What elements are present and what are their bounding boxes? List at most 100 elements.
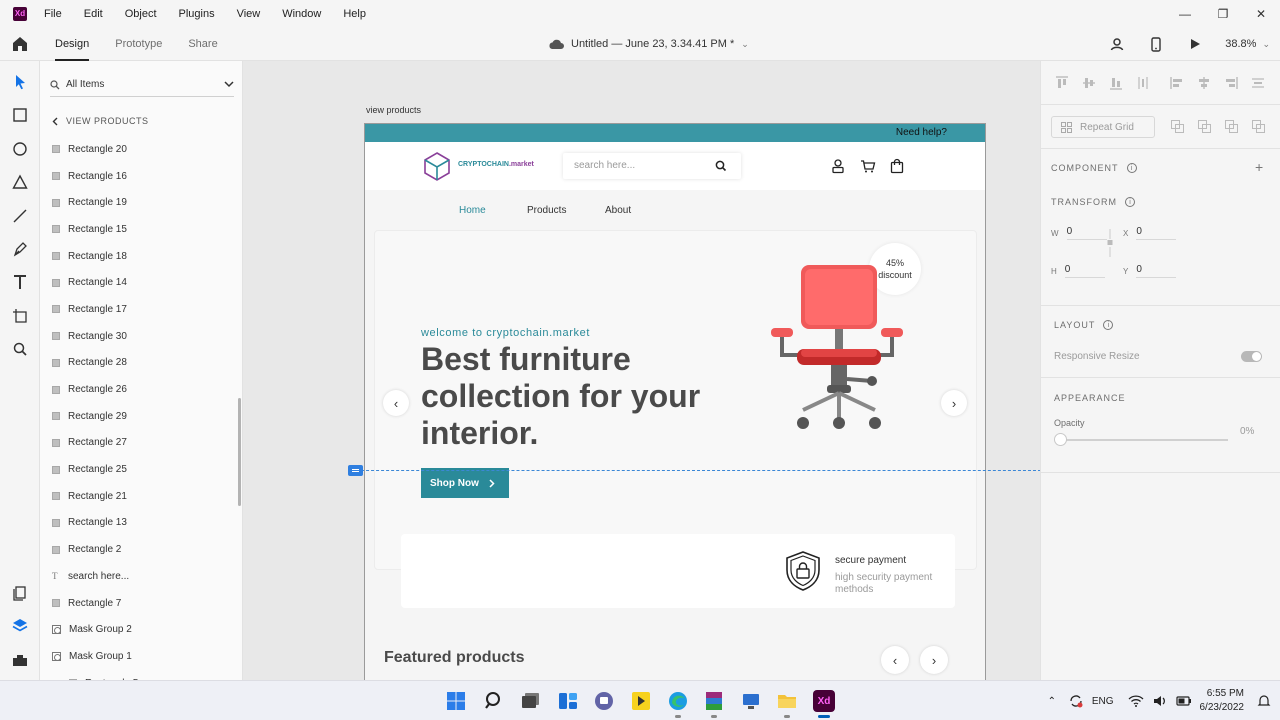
rectangle-tool-icon[interactable] bbox=[11, 106, 29, 124]
invite-user-icon[interactable] bbox=[1108, 35, 1126, 53]
layer-back-button[interactable]: VIEW PRODUCTS bbox=[52, 116, 149, 126]
menu-window[interactable]: Window bbox=[282, 8, 321, 20]
search-icon[interactable] bbox=[483, 690, 505, 712]
battery-icon[interactable] bbox=[1175, 693, 1192, 709]
chevron-up-icon[interactable]: ⌃ bbox=[1044, 693, 1060, 709]
close-button[interactable]: ✕ bbox=[1242, 0, 1280, 27]
clock[interactable]: 6:55 PM 6/23/2022 bbox=[1200, 687, 1245, 715]
cart-icon[interactable] bbox=[860, 158, 876, 174]
boolean-subtract-icon[interactable] bbox=[1198, 120, 1211, 133]
winrar-icon[interactable] bbox=[703, 690, 725, 712]
chevron-down-icon[interactable] bbox=[224, 81, 234, 88]
layer-item[interactable]: Rectangle 20 bbox=[52, 136, 232, 163]
y-field[interactable]: Y 0 bbox=[1123, 264, 1177, 278]
distribute-vertical-icon[interactable] bbox=[1136, 76, 1150, 90]
artboard[interactable]: Need help? CRYPTOCHAIN.market search her… bbox=[364, 123, 986, 680]
layer-item[interactable]: Rectangle 16 bbox=[52, 163, 232, 190]
teams-chat-icon[interactable] bbox=[593, 690, 615, 712]
layer-item[interactable]: Rectangle 2 bbox=[52, 536, 232, 563]
layer-item[interactable]: Rectangle 30 bbox=[52, 323, 232, 350]
wifi-icon[interactable] bbox=[1128, 693, 1144, 709]
user-icon[interactable] bbox=[830, 158, 846, 174]
layer-item[interactable]: Rectangle 18 bbox=[52, 243, 232, 270]
layer-item[interactable]: Rectangle 17 bbox=[52, 296, 232, 323]
align-left-icon[interactable] bbox=[1170, 76, 1184, 90]
play-icon[interactable] bbox=[1186, 35, 1204, 53]
language-indicator[interactable]: ENG bbox=[1092, 696, 1114, 707]
layer-item[interactable]: Rectangle 7 bbox=[52, 590, 232, 617]
site-logo-text[interactable]: CRYPTOCHAIN.market bbox=[458, 161, 534, 168]
tab-design[interactable]: Design bbox=[55, 27, 90, 61]
hero-prev-button[interactable]: ‹ bbox=[383, 390, 409, 416]
menu-view[interactable]: View bbox=[237, 8, 261, 20]
mobile-preview-icon[interactable] bbox=[1147, 35, 1165, 53]
minimize-button[interactable]: — bbox=[1166, 0, 1204, 27]
menu-object[interactable]: Object bbox=[125, 8, 157, 20]
featured-prev-button[interactable]: ‹ bbox=[881, 646, 909, 674]
artboard-tool-icon[interactable] bbox=[11, 307, 29, 325]
document-title[interactable]: Untitled — June 23, 3.34.41 PM * ⌄ bbox=[548, 27, 749, 61]
menu-plugins[interactable]: Plugins bbox=[179, 8, 215, 20]
tab-prototype[interactable]: Prototype bbox=[115, 27, 162, 61]
info-icon[interactable]: i bbox=[1103, 320, 1114, 330]
responsive-resize-toggle[interactable] bbox=[1241, 351, 1262, 362]
widgets-icon[interactable] bbox=[557, 690, 579, 712]
polygon-tool-icon[interactable] bbox=[11, 173, 29, 191]
remote-desktop-icon[interactable] bbox=[740, 690, 762, 712]
opacity-slider-knob[interactable] bbox=[1054, 433, 1067, 446]
menu-file[interactable]: File bbox=[44, 8, 62, 20]
info-icon[interactable]: i bbox=[1126, 163, 1137, 173]
layer-item[interactable]: Mask Group 2 bbox=[52, 616, 232, 643]
repeat-grid-button[interactable]: Repeat Grid bbox=[1051, 116, 1155, 138]
layer-item[interactable]: Tsearch here... bbox=[52, 563, 232, 590]
align-center-icon[interactable] bbox=[1197, 76, 1211, 90]
chevron-down-icon[interactable]: ⌄ bbox=[741, 39, 749, 50]
align-bottom-icon[interactable] bbox=[1109, 76, 1123, 90]
opacity-value[interactable]: 0% bbox=[1240, 426, 1254, 437]
align-middle-icon[interactable] bbox=[1082, 76, 1096, 90]
layer-item[interactable]: Rectangle 14 bbox=[52, 269, 232, 296]
x-field[interactable]: X 0 bbox=[1123, 226, 1177, 240]
featured-next-button[interactable]: › bbox=[920, 646, 948, 674]
layers-scrollbar[interactable] bbox=[238, 398, 241, 506]
plugins-icon[interactable] bbox=[11, 651, 29, 669]
layer-item[interactable]: Rectangle 25 bbox=[52, 456, 232, 483]
width-field[interactable]: W 0 bbox=[1051, 226, 1107, 240]
guide-handle[interactable] bbox=[348, 465, 363, 476]
height-field[interactable]: H 0 bbox=[1051, 264, 1105, 278]
layer-item[interactable]: Rectangle 5 bbox=[52, 670, 232, 680]
zoom-chevron-icon[interactable]: ⌄ bbox=[1262, 39, 1270, 50]
select-tool-icon[interactable] bbox=[11, 73, 29, 91]
layer-item[interactable]: Rectangle 21 bbox=[52, 483, 232, 510]
pen-tool-icon[interactable] bbox=[11, 240, 29, 258]
artboard-label[interactable]: view products bbox=[366, 105, 421, 115]
line-tool-icon[interactable] bbox=[11, 207, 29, 225]
hero-next-button[interactable]: › bbox=[941, 390, 967, 416]
menu-help[interactable]: Help bbox=[343, 8, 366, 20]
boolean-add-icon[interactable] bbox=[1171, 120, 1184, 133]
edge-browser-icon[interactable] bbox=[667, 690, 689, 712]
nav-products[interactable]: Products bbox=[527, 205, 566, 216]
shopping-bag-icon[interactable] bbox=[889, 158, 905, 174]
lock-ratio-icon[interactable] bbox=[1107, 229, 1113, 257]
notification-icon[interactable] bbox=[1256, 693, 1272, 709]
volume-icon[interactable] bbox=[1152, 693, 1168, 709]
ellipse-tool-icon[interactable] bbox=[11, 140, 29, 158]
layer-item[interactable]: Rectangle 15 bbox=[52, 216, 232, 243]
layer-item[interactable]: Rectangle 29 bbox=[52, 403, 232, 430]
add-component-icon[interactable]: + bbox=[1255, 159, 1263, 175]
layers-icon[interactable] bbox=[11, 617, 29, 635]
text-tool-icon[interactable] bbox=[11, 273, 29, 291]
zoom-tool-icon[interactable] bbox=[11, 340, 29, 358]
menu-edit[interactable]: Edit bbox=[84, 8, 103, 20]
assets-icon[interactable] bbox=[11, 584, 29, 602]
windows-start-icon[interactable] bbox=[445, 690, 467, 712]
home-icon[interactable] bbox=[11, 35, 29, 53]
sync-icon[interactable] bbox=[1068, 693, 1084, 709]
layer-filter[interactable]: All Items bbox=[50, 73, 234, 97]
layer-item[interactable]: Rectangle 13 bbox=[52, 510, 232, 537]
layer-item[interactable]: Rectangle 28 bbox=[52, 350, 232, 377]
search-icon[interactable] bbox=[714, 159, 728, 173]
layer-item[interactable]: Rectangle 27 bbox=[52, 430, 232, 457]
boolean-intersect-icon[interactable] bbox=[1225, 120, 1238, 133]
